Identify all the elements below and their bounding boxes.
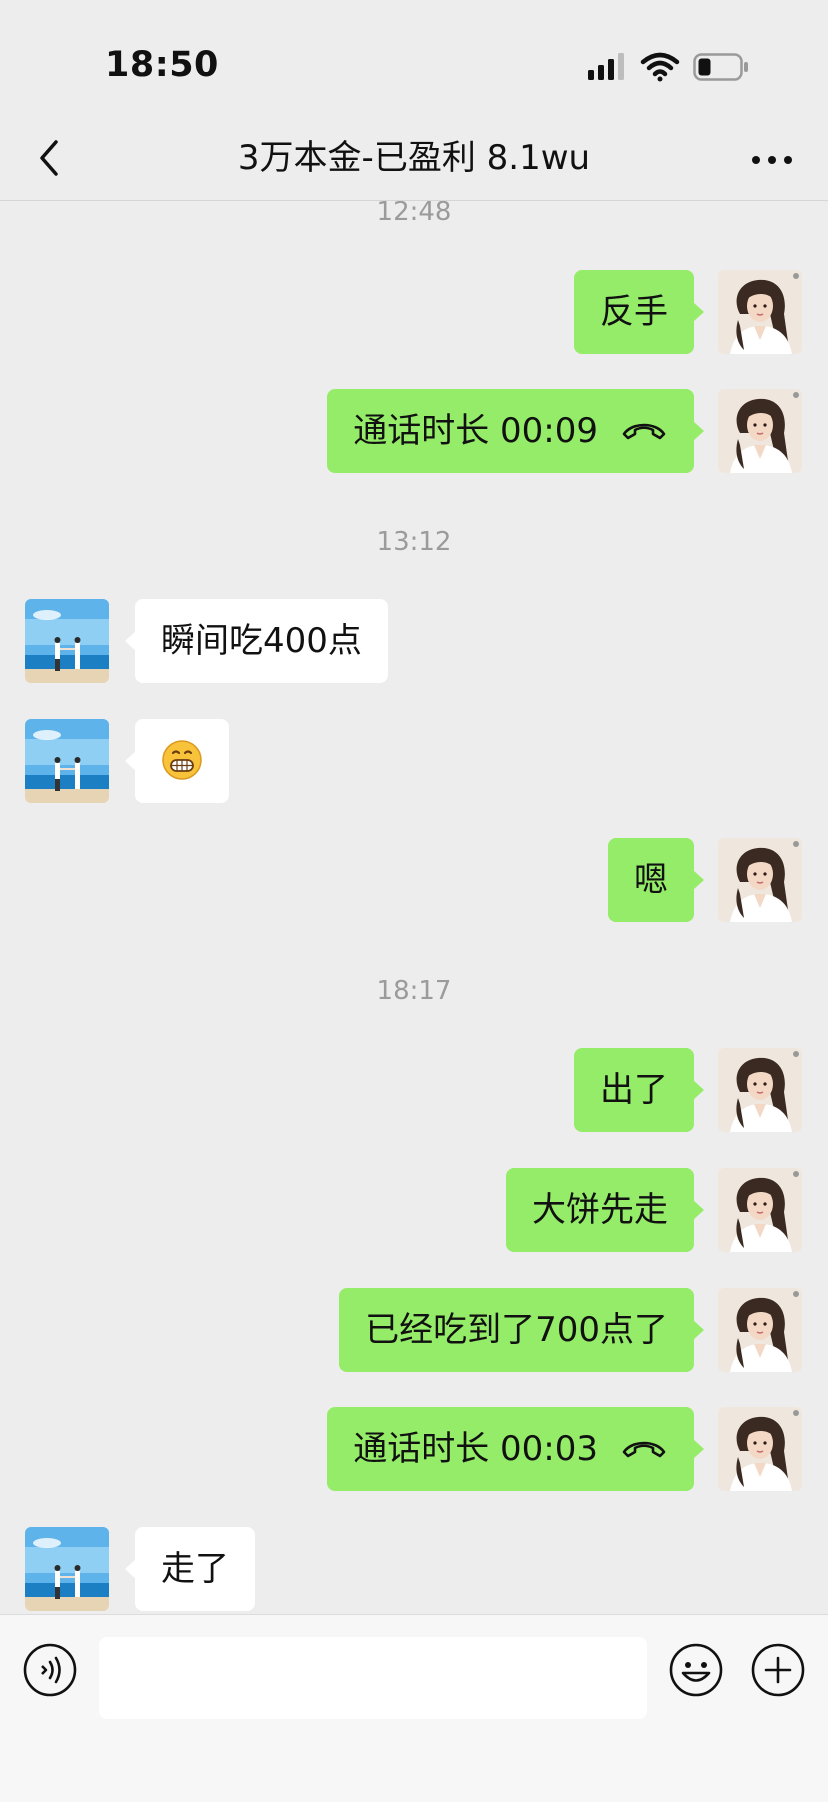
wifi-icon bbox=[640, 52, 680, 82]
status-icons bbox=[588, 52, 758, 82]
call-end-icon bbox=[620, 418, 668, 442]
call-record-bubble[interactable]: 通话时长 00:03 bbox=[327, 1407, 704, 1491]
avatar-peer[interactable] bbox=[25, 719, 109, 803]
emoji-bubble[interactable] bbox=[125, 719, 229, 803]
chat-title: 3万本金-已盈利 8.1wu bbox=[237, 138, 591, 178]
sticker-icon[interactable] bbox=[668, 1642, 724, 1698]
timestamp: 13:12 bbox=[376, 527, 452, 557]
voice-icon[interactable] bbox=[22, 1642, 78, 1698]
avatar-self[interactable] bbox=[718, 1407, 802, 1491]
call-duration-text: 通话时长 00:03 bbox=[353, 1429, 598, 1469]
input-bar bbox=[0, 1614, 828, 1802]
status-time: 18:50 bbox=[105, 45, 219, 85]
plus-icon[interactable] bbox=[750, 1642, 806, 1698]
timestamp: 12:48 bbox=[376, 201, 452, 227]
call-end-icon bbox=[620, 1436, 668, 1460]
avatar-peer[interactable] bbox=[25, 1527, 109, 1611]
message-bubble[interactable]: 走了 bbox=[125, 1527, 255, 1611]
call-record-bubble[interactable]: 通话时长 00:09 bbox=[327, 389, 704, 473]
battery-icon bbox=[693, 53, 748, 81]
timestamp: 18:17 bbox=[376, 976, 452, 1006]
avatar-self[interactable] bbox=[718, 1288, 802, 1372]
message-bubble[interactable]: 已经吃到了700点了 bbox=[339, 1288, 704, 1372]
more-dots-icon[interactable] bbox=[744, 140, 800, 180]
avatar-self[interactable] bbox=[718, 838, 802, 922]
call-duration-text: 通话时长 00:09 bbox=[353, 411, 598, 451]
message-bubble[interactable]: 瞬间吃400点 bbox=[125, 599, 388, 683]
message-bubble[interactable]: 反手 bbox=[574, 270, 704, 354]
chevron-left-icon[interactable] bbox=[30, 134, 70, 182]
avatar-self[interactable] bbox=[718, 270, 802, 354]
avatar-self[interactable] bbox=[718, 1168, 802, 1252]
grinning-face-emoji-icon bbox=[162, 739, 202, 780]
signal-icon bbox=[588, 53, 624, 80]
message-bubble[interactable]: 出了 bbox=[574, 1048, 704, 1132]
avatar-self[interactable] bbox=[718, 1048, 802, 1132]
message-input[interactable] bbox=[99, 1637, 647, 1719]
message-bubble[interactable]: 嗯 bbox=[608, 838, 704, 922]
nav-bar: 3万本金-已盈利 8.1wu bbox=[0, 120, 828, 201]
status-bar: 18:50 bbox=[0, 0, 828, 120]
message-list[interactable]: 12:48 反手 通话时长 00:09 13:12 瞬间吃400点 嗯 18:1… bbox=[0, 201, 828, 1614]
message-bubble[interactable]: 大饼先走 bbox=[506, 1168, 704, 1252]
avatar-self[interactable] bbox=[718, 389, 802, 473]
avatar-peer[interactable] bbox=[25, 599, 109, 683]
